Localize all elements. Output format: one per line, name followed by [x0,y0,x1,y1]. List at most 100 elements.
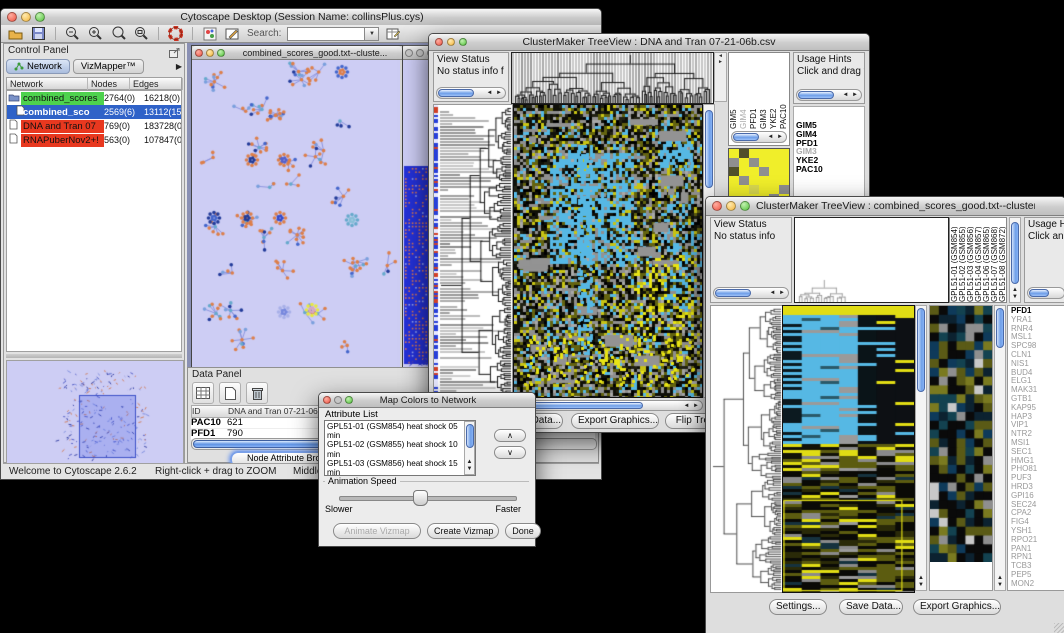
summary-cell[interactable] [759,149,769,158]
summary-cell[interactable] [779,158,789,167]
summary-cell[interactable] [739,176,749,185]
close-button[interactable] [7,12,17,22]
array-label-scrollbar[interactable]: ▲▼ [1009,217,1021,303]
usage-hints-scrollbar[interactable] [1027,287,1064,299]
help-lifering-icon[interactable] [167,26,184,41]
birdseye-view[interactable] [6,360,184,464]
summary-cell[interactable] [759,167,769,176]
scroll-arrows-icon[interactable]: ◄ ► [842,92,859,98]
zoom-selected-icon[interactable] [110,26,127,41]
array-label-scrollbar[interactable]: ◄ ► [731,131,787,143]
annotation-icon[interactable] [224,26,241,41]
view-status-scrollbar[interactable]: ◄ ► [713,287,789,299]
scrollbar-thumb[interactable] [438,89,474,97]
resize-grip[interactable] [1054,623,1064,633]
gene-label[interactable]: SPC98 [1011,342,1064,351]
gene-label[interactable]: SEC24 [1011,501,1064,510]
summary-cell[interactable] [739,185,749,194]
gene-label[interactable]: PFD1 [1011,307,1064,316]
gene-label[interactable]: GTB1 [1011,395,1064,404]
summary-cell[interactable] [729,185,739,194]
done-button[interactable]: Done [505,523,541,539]
gene-label[interactable]: VIP1 [1011,421,1064,430]
gene-label[interactable]: NIS1 [1011,360,1064,369]
save-data-button[interactable]: Save Data... [839,599,903,615]
scroll-arrows-icon[interactable]: ◄ ► [769,290,786,296]
zoom-button[interactable] [345,396,353,404]
treeview2-titlebar[interactable]: ClusterMaker TreeView : combined_scores_… [706,197,1064,216]
row-dendrogram[interactable] [433,104,513,398]
zoom-out-icon[interactable] [64,26,81,41]
export-graphics-button[interactable]: Export Graphics... [571,413,659,429]
panel-divider[interactable] [6,354,182,358]
summary-cell[interactable] [769,149,779,158]
gene-label-list[interactable]: PFD1YRA1RNR4MSL1SPC98CLN1NIS1BUD4ELG1MAK… [1007,305,1064,591]
summary-cell[interactable] [749,185,759,194]
gene-label[interactable]: FIG4 [1011,518,1064,527]
summary-cell[interactable] [729,176,739,185]
summary-cell[interactable] [769,167,779,176]
vizmap-icon[interactable] [201,26,218,41]
summary-cell[interactable] [779,149,789,158]
scroll-arrows-icon[interactable]: ◄ ► [486,90,503,96]
network-canvas[interactable] [192,60,400,367]
scrollbar-thumb[interactable] [1029,289,1049,297]
gene-label[interactable]: YRA1 [1011,316,1064,325]
summary-cell[interactable] [769,158,779,167]
gene-list-scrollbar[interactable]: ▲▼ [994,305,1006,591]
scrollbar-thumb[interactable] [466,424,474,448]
sub-heatmap[interactable] [930,306,992,562]
column-header[interactable]: Edges [130,78,183,90]
gene-label[interactable]: TCB3 [1011,562,1064,571]
close-button[interactable] [323,396,331,404]
zoom-button[interactable] [217,49,225,57]
network-list-row[interactable]: combined_scores2764(0)16218(0) [7,91,181,105]
gene-label[interactable]: GIM3 [796,147,862,156]
summary-cell[interactable] [739,149,749,158]
gene-label[interactable]: SEC1 [1011,448,1064,457]
summary-cell[interactable] [769,176,779,185]
summary-cell[interactable] [739,158,749,167]
summary-cell[interactable] [759,176,769,185]
summary-cell[interactable] [749,167,759,176]
summary-cell[interactable] [729,158,739,167]
gene-label[interactable]: PFD1 [796,139,862,148]
gene-label[interactable]: MON2 [1011,580,1064,589]
tab-vizmapper[interactable]: VizMapper™ [73,59,144,74]
row-dendrogram[interactable] [710,305,783,593]
attribute-item[interactable]: GPL51-01 (GSM854) heat shock 05 min [327,422,473,440]
network-list-row[interactable]: DNA and Tran 07769(0)183728(0) [7,119,181,133]
heatmap-view[interactable] [513,104,703,398]
summary-cell[interactable] [749,149,759,158]
summary-cell[interactable] [759,158,769,167]
view-status-scrollbar[interactable]: ◄ ► [436,87,506,99]
scrollbar-thumb[interactable] [917,308,925,392]
gene-label[interactable]: GIM4 [796,130,862,139]
dropdown-arrow-icon[interactable]: ▼ [364,28,378,40]
zoom-button[interactable] [459,38,467,46]
close-button[interactable] [712,201,722,211]
summary-cell[interactable] [769,185,779,194]
gene-label[interactable]: GIM5 [796,121,862,130]
gene-label[interactable]: HMG1 [1011,457,1064,466]
minimize-button[interactable] [726,201,736,211]
summary-cell[interactable] [749,176,759,185]
attribute-item[interactable]: GPL51-03 (GSM856) heat shock 15 min [327,459,473,476]
minimize-button[interactable] [416,49,424,57]
gene-label[interactable]: RPO21 [1011,536,1064,545]
gene-label[interactable]: CLN1 [1011,351,1064,360]
new-attribute-icon[interactable] [219,382,241,404]
column-dendrogram[interactable] [511,52,714,104]
gene-label[interactable]: BUD4 [1011,369,1064,378]
summary-cell[interactable] [739,167,749,176]
gene-label[interactable]: PAC10 [796,165,862,174]
scrollbar-thumb[interactable] [715,289,751,297]
gene-label[interactable]: MAK31 [1011,386,1064,395]
gene-label[interactable]: RNR4 [1011,325,1064,334]
close-button[interactable] [195,49,203,57]
network-list-row[interactable]: combined_sco2569(6)13112(15) [7,105,181,119]
dendrogram-scroll-strip[interactable]: ◄ ► [714,52,727,102]
heatmap-view[interactable] [782,305,915,593]
column-header[interactable]: Nodes [88,78,130,90]
attribute-list[interactable]: GPL51-01 (GSM854) heat shock 05 min GPL51… [324,420,476,476]
